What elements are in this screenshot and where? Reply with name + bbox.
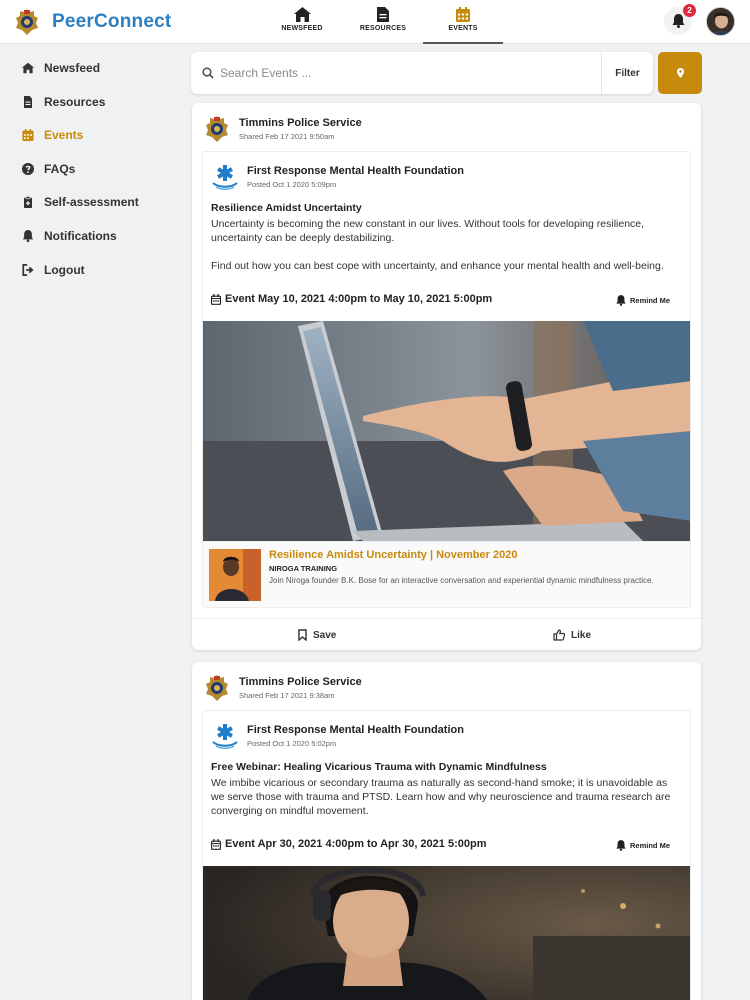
- bell-icon: [22, 230, 34, 242]
- sidebar-item-label: Logout: [44, 263, 85, 277]
- top-bar: PeerConnect NEWSFEED RESOURCES EVENTS 2: [0, 0, 750, 44]
- brand-name: PeerConnect: [52, 11, 172, 32]
- laptop-photo-image: [203, 321, 690, 541]
- shared-timestamp: Shared Feb 17 2021 9:38am: [239, 691, 335, 700]
- link-title[interactable]: Resilience Amidst Uncertainty | November…: [269, 549, 517, 561]
- sidebar-item-label: Events: [44, 128, 84, 142]
- post-header: Timmins Police Service Shared Feb 17 202…: [204, 115, 362, 143]
- event-date-text: Event Apr 30, 2021 4:00pm to Apr 30, 202…: [225, 838, 487, 850]
- link-preview[interactable]: Resilience Amidst Uncertainty | November…: [203, 541, 690, 607]
- man-with-headphones-photo-image: [203, 866, 690, 1000]
- sidebar-item-newsfeed[interactable]: Newsfeed: [22, 58, 100, 78]
- sidebar-item-faqs[interactable]: FAQs: [22, 159, 75, 179]
- police-crest-icon: [206, 116, 228, 142]
- org-name[interactable]: First Response Mental Health Foundation: [247, 724, 464, 736]
- sidebar-item-label: Resources: [44, 95, 106, 109]
- sidebar-item-label: Newsfeed: [44, 61, 101, 75]
- document-icon: [24, 96, 32, 108]
- document-icon: [377, 7, 389, 22]
- post-header: Timmins Police Service Shared Feb 17 202…: [204, 674, 362, 702]
- save-button[interactable]: Save: [298, 619, 336, 650]
- sidebar-item-label: FAQs: [44, 162, 76, 176]
- police-crest-icon: [206, 675, 228, 701]
- filter-button[interactable]: Filter: [601, 52, 653, 94]
- thumbs-up-icon: [553, 629, 565, 641]
- calendar-icon: [211, 838, 221, 850]
- save-label: Save: [313, 629, 337, 641]
- clipboard-icon: [24, 196, 32, 208]
- location-button[interactable]: [658, 52, 702, 94]
- avatar-portrait-icon: [707, 8, 734, 35]
- sidebar-item-self-assessment[interactable]: Self-assessment: [22, 192, 139, 212]
- poster-name[interactable]: Timmins Police Service: [239, 676, 362, 688]
- sidebar-item-notifications[interactable]: Notifications: [22, 226, 117, 246]
- search-input[interactable]: [220, 66, 590, 80]
- tab-newsfeed[interactable]: NEWSFEED: [262, 0, 342, 44]
- event-description: Uncertainty is becoming the new constant…: [211, 218, 645, 244]
- org-header: First Response Mental Health Foundation …: [211, 722, 464, 750]
- event-image[interactable]: [203, 866, 690, 1000]
- event-date-text: Event May 10, 2021 4:00pm to May 10, 202…: [225, 293, 493, 305]
- bell-icon: [616, 840, 626, 851]
- post-actions: Save Like: [192, 618, 701, 650]
- event-title: Resilience Amidst Uncertainty: [211, 202, 362, 214]
- event-description: We imbibe vicarious or secondary trauma …: [211, 777, 671, 817]
- event-post-card: Timmins Police Service Shared Feb 17 202…: [192, 662, 701, 1000]
- sidebar-item-resources[interactable]: Resources: [22, 92, 105, 112]
- calendar-icon: [211, 293, 221, 305]
- speaker-photo-image: [209, 549, 261, 601]
- question-circle-icon: [22, 163, 34, 175]
- bookmark-icon: [298, 629, 307, 641]
- calendar-icon: [22, 129, 34, 141]
- remind-me-button[interactable]: Remind Me: [616, 295, 670, 306]
- link-source: NIROGA TRAINING: [269, 564, 338, 573]
- tab-resources[interactable]: RESOURCES: [343, 0, 423, 44]
- search-icon: [202, 67, 214, 79]
- sidebar-item-label: Self-assessment: [44, 195, 139, 209]
- event-title: Free Webinar: Healing Vicarious Trauma w…: [211, 761, 547, 773]
- like-label: Like: [571, 629, 592, 641]
- logout-icon: [22, 264, 34, 276]
- remind-me-button[interactable]: Remind Me: [616, 840, 670, 851]
- home-icon: [293, 7, 311, 22]
- event-date: Event May 10, 2021 4:00pm to May 10, 202…: [211, 293, 492, 305]
- search-bar: Filter: [191, 52, 653, 94]
- shared-event: First Response Mental Health Foundation …: [202, 710, 691, 1000]
- posted-timestamp: Posted Oct 1 2020 5:02pm: [247, 739, 337, 748]
- sidebar-item-logout[interactable]: Logout: [22, 260, 85, 280]
- notification-count-badge: 2: [683, 4, 696, 17]
- remind-me-label: Remind Me: [629, 296, 670, 305]
- star-of-life-logo-icon: [212, 165, 238, 190]
- tab-resources-label: RESOURCES: [359, 25, 407, 32]
- event-description-2: Find out how you can best cope with unce…: [211, 260, 664, 272]
- event-date: Event Apr 30, 2021 4:00pm to Apr 30, 202…: [211, 838, 486, 850]
- shared-event: First Response Mental Health Foundation …: [202, 151, 691, 608]
- police-crest-logo-icon: [16, 9, 38, 35]
- org-header: First Response Mental Health Foundation …: [211, 163, 464, 191]
- tab-events[interactable]: EVENTS: [423, 0, 503, 44]
- sidebar-item-events[interactable]: Events: [22, 125, 83, 145]
- remind-me-label: Remind Me: [629, 841, 670, 850]
- brand[interactable]: PeerConnect: [14, 8, 171, 36]
- event-image[interactable]: [203, 321, 690, 541]
- like-button[interactable]: Like: [553, 619, 591, 650]
- tab-newsfeed-label: NEWSFEED: [281, 25, 323, 32]
- poster-name[interactable]: Timmins Police Service: [239, 117, 362, 129]
- link-description: Join Niroga founder B.K. Bose for an int…: [269, 576, 654, 585]
- link-thumbnail: [209, 549, 261, 601]
- map-pin-icon: [676, 68, 684, 78]
- home-icon: [22, 62, 34, 74]
- sidebar-item-label: Notifications: [44, 229, 117, 243]
- calendar-icon: [456, 7, 470, 22]
- shared-timestamp: Shared Feb 17 2021 9:50am: [239, 132, 335, 141]
- star-of-life-logo-icon: [212, 724, 238, 749]
- bell-icon: [616, 295, 626, 306]
- posted-timestamp: Posted Oct 1 2020 5:09pm: [247, 180, 337, 189]
- tab-events-label: EVENTS: [448, 25, 478, 32]
- user-avatar[interactable]: [706, 7, 735, 36]
- bell-icon: [672, 14, 684, 28]
- org-name[interactable]: First Response Mental Health Foundation: [247, 165, 464, 177]
- event-post-card: Timmins Police Service Shared Feb 17 202…: [192, 103, 701, 650]
